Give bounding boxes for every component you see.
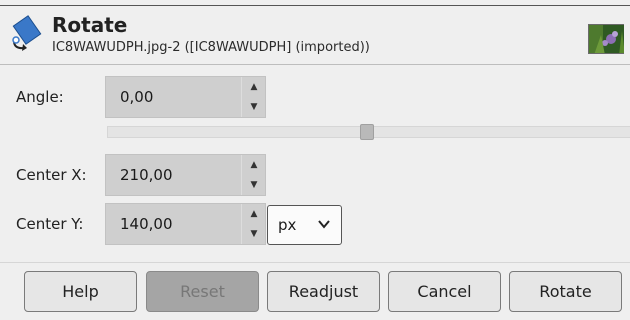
dialog-subtitle: IC8WAWUDPH.jpg-2 ([IC8WAWUDPH] (imported…	[52, 40, 370, 55]
center-y-spinbutton[interactable]: 140,00 ▲ ▼	[105, 203, 266, 245]
angle-decrement-icon[interactable]: ▼	[242, 97, 266, 117]
unit-value: px	[278, 216, 297, 234]
center-y-decrement-icon[interactable]: ▼	[242, 224, 266, 244]
angle-slider-handle[interactable]	[360, 124, 374, 140]
reset-button[interactable]: Reset	[146, 271, 259, 312]
rotate-tool-icon	[8, 15, 44, 51]
angle-value[interactable]: 0,00	[120, 88, 153, 106]
center-y-value[interactable]: 140,00	[120, 215, 173, 233]
center-x-value[interactable]: 210,00	[120, 166, 173, 184]
button-separator	[0, 262, 630, 263]
rotate-dialog: Rotate IC8WAWUDPH.jpg-2 ([IC8WAWUDPH] (i…	[0, 0, 630, 320]
center-x-label: Center X:	[16, 166, 87, 184]
center-y-arrows: ▲ ▼	[241, 204, 265, 244]
dialog-header: Rotate IC8WAWUDPH.jpg-2 ([IC8WAWUDPH] (i…	[0, 7, 630, 65]
center-y-label: Center Y:	[16, 215, 84, 233]
readjust-button[interactable]: Readjust	[267, 271, 380, 312]
center-x-arrows: ▲ ▼	[241, 155, 265, 195]
cancel-button[interactable]: Cancel	[388, 271, 501, 312]
center-x-increment-icon[interactable]: ▲	[242, 155, 266, 175]
center-x-decrement-icon[interactable]: ▼	[242, 175, 266, 195]
center-y-increment-icon[interactable]: ▲	[242, 204, 266, 224]
dialog-title: Rotate	[52, 13, 128, 37]
angle-arrows: ▲ ▼	[241, 77, 265, 117]
chevron-down-icon	[318, 220, 330, 229]
rotate-button[interactable]: Rotate	[509, 271, 622, 312]
angle-spinbutton[interactable]: 0,00 ▲ ▼	[105, 76, 266, 118]
angle-label: Angle:	[16, 88, 64, 106]
help-button[interactable]: Help	[24, 271, 137, 312]
center-x-spinbutton[interactable]: 210,00 ▲ ▼	[105, 154, 266, 196]
unit-dropdown[interactable]: px	[267, 205, 342, 245]
window-top-edge	[0, 0, 630, 6]
image-thumbnail	[588, 24, 624, 54]
angle-increment-icon[interactable]: ▲	[242, 77, 266, 97]
